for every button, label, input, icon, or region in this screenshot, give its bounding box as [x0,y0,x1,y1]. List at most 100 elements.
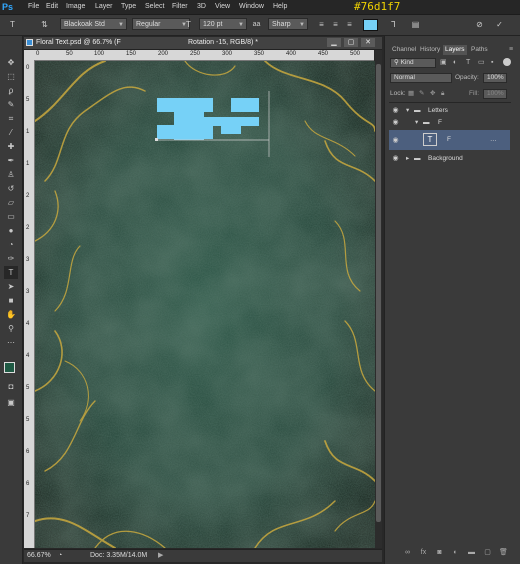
filter-pixel-icon[interactable]: ▣ [440,59,447,67]
align-right-icon[interactable]: ≡ [344,19,355,30]
align-center-icon[interactable]: ≡ [330,19,341,30]
new-group-icon[interactable]: ▬ [467,549,476,557]
text-color-swatch[interactable] [363,19,378,31]
layer-style-icon[interactable]: fx [419,549,428,557]
antialias-select[interactable]: Sharp ▼ [268,18,308,30]
marquee-tool-icon[interactable]: ⬚ [4,70,18,83]
lock-all-icon[interactable]: 🔒︎ [441,90,444,98]
tab-layers[interactable]: Layers [443,45,467,55]
menu-image[interactable]: Image [66,2,85,12]
move-tool-icon[interactable]: ✥ [4,56,18,69]
more-tools-icon[interactable]: ⋯ [4,336,18,349]
crop-tool-icon[interactable]: ⌗ [4,112,18,125]
menu-select[interactable]: Select [145,2,164,12]
filter-smart-object-icon[interactable]: ▪ [491,59,493,67]
cancel-icon[interactable]: ⊘ [474,19,485,30]
search-icon: ⚲ [394,59,401,66]
lasso-tool-icon[interactable]: ϼ [4,84,18,97]
menu-layer[interactable]: Layer [95,2,113,12]
menu-filter[interactable]: Filter [172,2,188,12]
link-layers-icon[interactable]: ∞ [403,549,412,557]
layer-more-icon[interactable]: … [490,134,497,145]
hand-tool-icon[interactable]: ✋ [4,308,18,321]
status-info-icon[interactable]: ◔ [58,552,62,560]
layer-row-letters[interactable]: ▾ ▬ Letters [389,105,510,116]
pen-tool-icon[interactable]: ✑ [4,252,18,265]
lock-move-icon[interactable]: ✥ [430,90,435,98]
character-panel-icon[interactable]: ▤ [410,19,421,30]
menu-3d[interactable]: 3D [197,2,206,12]
eye-icon[interactable]: ◉ [391,154,400,163]
chevron-right-icon[interactable]: ▸ [406,153,409,164]
eye-icon[interactable]: ◉ [391,106,400,115]
foreground-color-swatch[interactable] [4,362,15,373]
toggle-orientation-icon[interactable]: ⇅ [39,19,50,30]
menu-window[interactable]: Window [239,2,264,12]
filter-shape-icon[interactable]: ▭ [478,59,485,67]
stamp-tool-icon[interactable]: ♙ [4,168,18,181]
font-style-select[interactable]: Regular ▼ [132,18,190,30]
menu-help[interactable]: Help [273,2,287,12]
document-tab[interactable]: Floral Text.psd @ 66.7% (F Rotation -15,… [24,37,382,50]
font-family-select[interactable]: Blackoak Std ▼ [60,18,127,30]
panel-menu-icon[interactable]: ≡ [509,46,513,54]
filter-kind-select[interactable]: ⚲ Kind [390,58,436,68]
quick-select-tool-icon[interactable]: ✎ [4,98,18,111]
folder-icon: ▬ [423,119,430,126]
tab-channels[interactable]: Channel [390,45,418,55]
quick-mask-icon[interactable]: ◘ [4,380,18,393]
commit-icon[interactable]: ✓ [494,19,505,30]
chevron-down-icon[interactable]: ▾ [415,117,418,128]
healing-tool-icon[interactable]: ✚ [4,140,18,153]
brush-tool-icon[interactable]: ✒ [4,154,18,167]
menu-view[interactable]: View [215,2,230,12]
close-button[interactable]: ✕ [361,38,375,47]
gradient-tool-icon[interactable]: ▭ [4,210,18,223]
menu-file[interactable]: File [28,2,39,12]
eraser-tool-icon[interactable]: ▱ [4,196,18,209]
add-mask-icon[interactable]: ◙ [435,549,444,557]
type-tool-icon[interactable]: T [4,266,18,279]
adjustment-layer-icon[interactable]: ◐ [451,549,460,557]
filter-adjustment-icon[interactable]: ◐ [453,59,457,67]
delete-layer-icon[interactable]: 🗑︎ [499,549,508,557]
menu-edit[interactable]: Edit [46,2,58,12]
opacity-field[interactable]: 100% [483,73,507,83]
scrollbar-thumb[interactable] [376,64,381,522]
status-menu-arrow-icon[interactable]: ▶ [158,552,163,560]
layer-row-background[interactable]: ▸ ▬ Background [389,153,510,164]
tab-history[interactable]: History [418,45,442,55]
filter-toggle[interactable] [503,58,511,66]
tab-paths[interactable]: Paths [469,45,490,55]
fill-field[interactable]: 100% [483,89,507,99]
shape-tool-icon[interactable]: ■ [4,294,18,307]
zoom-tool-icon[interactable]: ⚲ [4,322,18,335]
warp-text-icon[interactable]: Ꞁ [388,19,399,30]
dodge-tool-icon[interactable]: ◔ [4,238,18,251]
blur-tool-icon[interactable]: ● [4,224,18,237]
chevron-down-icon[interactable]: ▾ [406,105,409,116]
path-select-tool-icon[interactable]: ➤ [4,280,18,293]
new-layer-icon[interactable]: ▢ [483,549,492,557]
screen-mode-icon[interactable]: ▣ [4,396,18,409]
font-size-select[interactable]: 120 pt ▼ [199,18,247,30]
type-tool-preset-icon[interactable]: T [7,19,18,30]
eyedropper-tool-icon[interactable]: ⁄ [4,126,18,139]
layer-row-f-text[interactable]: T F … [389,130,510,150]
menu-type[interactable]: Type [121,2,136,12]
eye-icon[interactable]: ◉ [391,136,400,145]
lock-transparent-icon[interactable]: ▦ [408,90,414,98]
filter-type-icon[interactable]: T [466,59,470,67]
align-left-icon[interactable]: ≡ [316,19,327,30]
lock-brush-icon[interactable]: ✎ [419,90,424,98]
document-canvas[interactable] [35,61,375,548]
history-brush-tool-icon[interactable]: ↺ [4,182,18,195]
layer-row-f-group[interactable]: ▾ ▬ F [389,117,510,128]
zoom-level[interactable]: 66.67% [27,552,51,560]
blend-mode-select[interactable]: Normal [390,73,452,83]
maximize-button[interactable]: ▢ [344,38,358,47]
eye-icon[interactable]: ◉ [391,118,400,127]
ruler-mark: 2 [26,193,30,199]
minimize-button[interactable]: ▁ [327,38,341,47]
opacity-label: Opacity: [455,74,479,81]
